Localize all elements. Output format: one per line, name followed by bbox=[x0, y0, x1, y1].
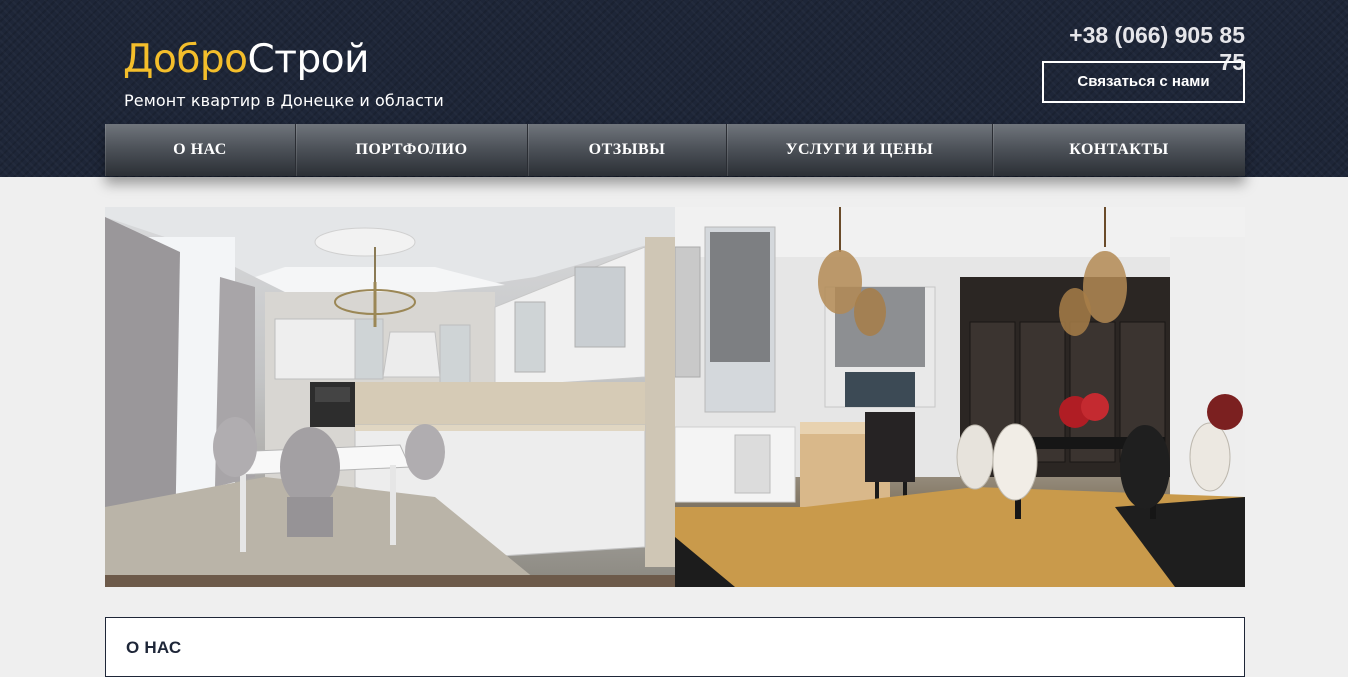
dining-room-interior-image bbox=[675, 207, 1245, 587]
site-header: ДоброСтрой Ремонт квартир в Донецке и об… bbox=[0, 0, 1348, 177]
dining-room-interior-illustration bbox=[675, 207, 1245, 587]
logo-part-dobro: Добро bbox=[123, 37, 248, 82]
hero-slider[interactable] bbox=[105, 207, 1245, 587]
nav-item-reviews[interactable]: ОТЗЫВЫ bbox=[528, 124, 727, 176]
kitchen-interior-illustration bbox=[105, 207, 675, 587]
contact-us-button[interactable]: Связаться с нами bbox=[1042, 61, 1245, 103]
nav-item-about[interactable]: О НАС bbox=[105, 124, 296, 176]
main-nav: О НАС ПОРТФОЛИО ОТЗЫВЫ УСЛУГИ И ЦЕНЫ КОН… bbox=[105, 124, 1245, 176]
nav-item-portfolio[interactable]: ПОРТФОЛИО bbox=[296, 124, 528, 176]
logo-part-stroy: Строй bbox=[247, 37, 370, 82]
kitchen-interior-image bbox=[105, 207, 675, 587]
about-section: О НАС bbox=[105, 617, 1245, 677]
site-logo[interactable]: ДоброСтрой bbox=[123, 38, 369, 82]
nav-item-services-prices[interactable]: УСЛУГИ И ЦЕНЫ bbox=[727, 124, 993, 176]
site-tagline: Ремонт квартир в Донецке и области bbox=[124, 91, 444, 110]
about-title: О НАС bbox=[126, 638, 182, 657]
nav-item-contacts[interactable]: КОНТАКТЫ bbox=[993, 124, 1245, 176]
